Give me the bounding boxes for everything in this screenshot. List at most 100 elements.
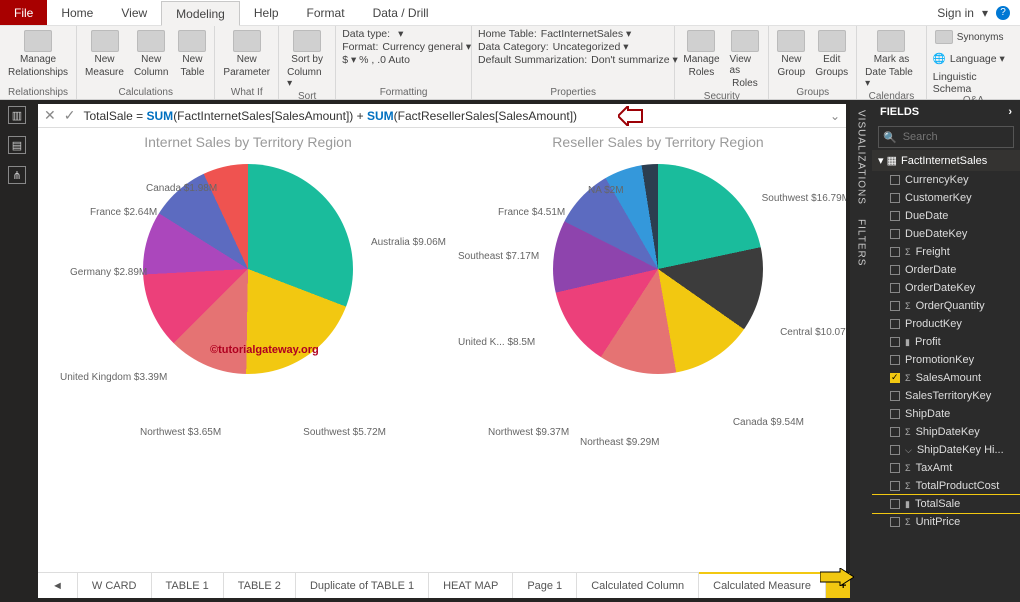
fields-search-input[interactable] — [901, 130, 1009, 144]
sign-in[interactable]: Sign in ▾ ? — [927, 0, 1020, 25]
summarization-dropdown[interactable]: Don't summarize ▾ — [591, 54, 678, 66]
checkbox-icon[interactable] — [890, 463, 900, 473]
new-group-button[interactable]: NewGroup — [775, 28, 807, 80]
checkbox-icon[interactable] — [890, 211, 900, 221]
checkbox-icon[interactable] — [890, 373, 900, 383]
cancel-formula-icon[interactable]: ✕ — [44, 107, 56, 124]
sort-icon — [293, 30, 321, 52]
page-tab[interactable]: Calculated Column — [577, 573, 699, 598]
mark-date-table-button[interactable]: Mark asDate Table ▾ — [863, 28, 920, 91]
field-currencykey[interactable]: CurrencyKey — [872, 171, 1020, 189]
checkbox-icon[interactable] — [890, 481, 900, 491]
field-salesterritorykey[interactable]: SalesTerritoryKey — [872, 387, 1020, 405]
synonyms-icon — [935, 30, 953, 44]
group-label: Formatting — [342, 87, 465, 98]
checkbox-icon[interactable] — [890, 229, 900, 239]
scroll-left[interactable]: ◄ — [38, 573, 78, 598]
field-orderdatekey[interactable]: OrderDateKey — [872, 279, 1020, 297]
new-column-button[interactable]: NewColumn — [132, 28, 170, 80]
new-parameter-button[interactable]: NewParameter — [221, 28, 272, 80]
chart-title: Reseller Sales by Territory Region — [552, 134, 763, 150]
field-orderquantity[interactable]: ΣOrderQuantity — [872, 297, 1020, 315]
view-as-roles-button[interactable]: View asRoles — [728, 28, 763, 91]
collapse-fields-icon[interactable]: › — [1008, 106, 1012, 118]
hometable-dropdown[interactable]: FactInternetSales ▾ — [541, 28, 631, 40]
checkbox-icon[interactable] — [890, 517, 900, 527]
chevron-down-icon[interactable]: ⌄ — [830, 109, 840, 123]
field-customerkey[interactable]: CustomerKey — [872, 189, 1020, 207]
page-tab[interactable]: Page 1 — [513, 573, 577, 598]
slice-label: Northeast $9.29M — [580, 438, 660, 449]
checkbox-icon[interactable] — [890, 247, 900, 257]
commit-formula-icon[interactable]: ✓ — [64, 107, 76, 124]
page-tab-active[interactable]: Calculated Measure — [699, 572, 826, 598]
group-sort: Sort byColumn ▾ Sort — [279, 26, 336, 99]
field-promotionkey[interactable]: PromotionKey — [872, 351, 1020, 369]
tab-home[interactable]: Home — [47, 0, 107, 25]
edit-groups-button[interactable]: EditGroups — [813, 28, 850, 80]
manage-relationships-button[interactable]: ManageRelationships — [6, 28, 70, 80]
tab-help[interactable]: Help — [240, 0, 293, 25]
synonyms-button[interactable]: Synonyms — [933, 28, 1006, 46]
format-options[interactable]: $ ▾ % , .0 Auto — [342, 54, 465, 66]
checkbox-icon[interactable] — [890, 175, 900, 185]
field-shipdatekey[interactable]: ΣShipDateKey — [872, 423, 1020, 441]
tab-file[interactable]: File — [0, 0, 47, 25]
page-tab[interactable]: W CARD — [78, 573, 152, 598]
tab-modeling[interactable]: Modeling — [161, 1, 240, 26]
field-productkey[interactable]: ProductKey — [872, 315, 1020, 333]
visualizations-pane-toggle[interactable]: VISUALIZATIONS — [856, 110, 867, 205]
category-dropdown[interactable]: Uncategorized ▾ — [553, 41, 629, 53]
page-tab[interactable]: HEAT MAP — [429, 573, 513, 598]
tab-format[interactable]: Format — [293, 0, 359, 25]
manage-roles-button[interactable]: ManageRoles — [681, 28, 721, 80]
field-totalproductcost[interactable]: ΣTotalProductCost — [872, 477, 1020, 495]
checkbox-icon[interactable] — [890, 301, 900, 311]
field-unitprice[interactable]: ΣUnitPrice — [872, 513, 1020, 531]
report-canvas[interactable]: Internet Sales by Territory Region Austr… — [38, 128, 846, 572]
help-icon[interactable]: ? — [996, 6, 1010, 20]
page-tab[interactable]: TABLE 2 — [224, 573, 296, 598]
language-dropdown[interactable]: 🌐 Language ▾ — [933, 52, 1005, 65]
field-taxamt[interactable]: ΣTaxAmt — [872, 459, 1020, 477]
checkbox-icon[interactable] — [890, 427, 900, 437]
tab-data-drill[interactable]: Data / Drill — [359, 0, 443, 25]
field-duedate[interactable]: DueDate — [872, 207, 1020, 225]
chart-reseller-sales[interactable]: Reseller Sales by Territory Region South… — [458, 128, 846, 548]
new-table-button[interactable]: NewTable — [176, 28, 208, 80]
field-duedatekey[interactable]: DueDateKey — [872, 225, 1020, 243]
field-shipdatekey-hi-[interactable]: ⌵ShipDateKey Hi... — [872, 441, 1020, 459]
tab-view[interactable]: View — [107, 0, 161, 25]
page-tab[interactable]: TABLE 1 — [152, 573, 224, 598]
linguistic-schema-button[interactable]: Linguistic Schema — [933, 71, 1014, 95]
report-view-icon[interactable]: ▥ — [8, 106, 26, 124]
group-label: Relationships — [6, 87, 70, 98]
formula-input[interactable]: TotalSale = SUM(FactInternetSales[SalesA… — [83, 109, 821, 123]
checkbox-icon[interactable] — [890, 445, 900, 455]
checkbox-icon[interactable] — [890, 193, 900, 203]
checkbox-icon[interactable] — [890, 391, 900, 401]
field-freight[interactable]: ΣFreight — [872, 243, 1020, 261]
table-header[interactable]: ▾ ▦ FactInternetSales — [872, 150, 1020, 171]
fields-search[interactable]: 🔍 — [878, 126, 1014, 148]
field-profit[interactable]: ▮Profit — [872, 333, 1020, 351]
field-orderdate[interactable]: OrderDate — [872, 261, 1020, 279]
new-measure-button[interactable]: NewMeasure — [83, 28, 126, 80]
format-dropdown[interactable]: Currency general ▾ — [382, 41, 471, 53]
checkbox-icon[interactable] — [890, 499, 900, 509]
checkbox-icon[interactable] — [890, 355, 900, 365]
data-view-icon[interactable]: ▤ — [8, 136, 26, 154]
sort-by-column-button[interactable]: Sort byColumn ▾ — [285, 28, 329, 91]
filters-pane-toggle[interactable]: FILTERS — [856, 219, 867, 266]
field-salesamount[interactable]: ΣSalesAmount — [872, 369, 1020, 387]
model-view-icon[interactable]: ⋔ — [8, 166, 26, 184]
checkbox-icon[interactable] — [890, 283, 900, 293]
field-shipdate[interactable]: ShipDate — [872, 405, 1020, 423]
checkbox-icon[interactable] — [890, 265, 900, 275]
field-totalsale[interactable]: ▮TotalSale — [872, 495, 1020, 513]
checkbox-icon[interactable] — [890, 319, 900, 329]
chart-internet-sales[interactable]: Internet Sales by Territory Region Austr… — [40, 128, 456, 548]
checkbox-icon[interactable] — [890, 409, 900, 419]
checkbox-icon[interactable] — [890, 337, 900, 347]
page-tab[interactable]: Duplicate of TABLE 1 — [296, 573, 429, 598]
